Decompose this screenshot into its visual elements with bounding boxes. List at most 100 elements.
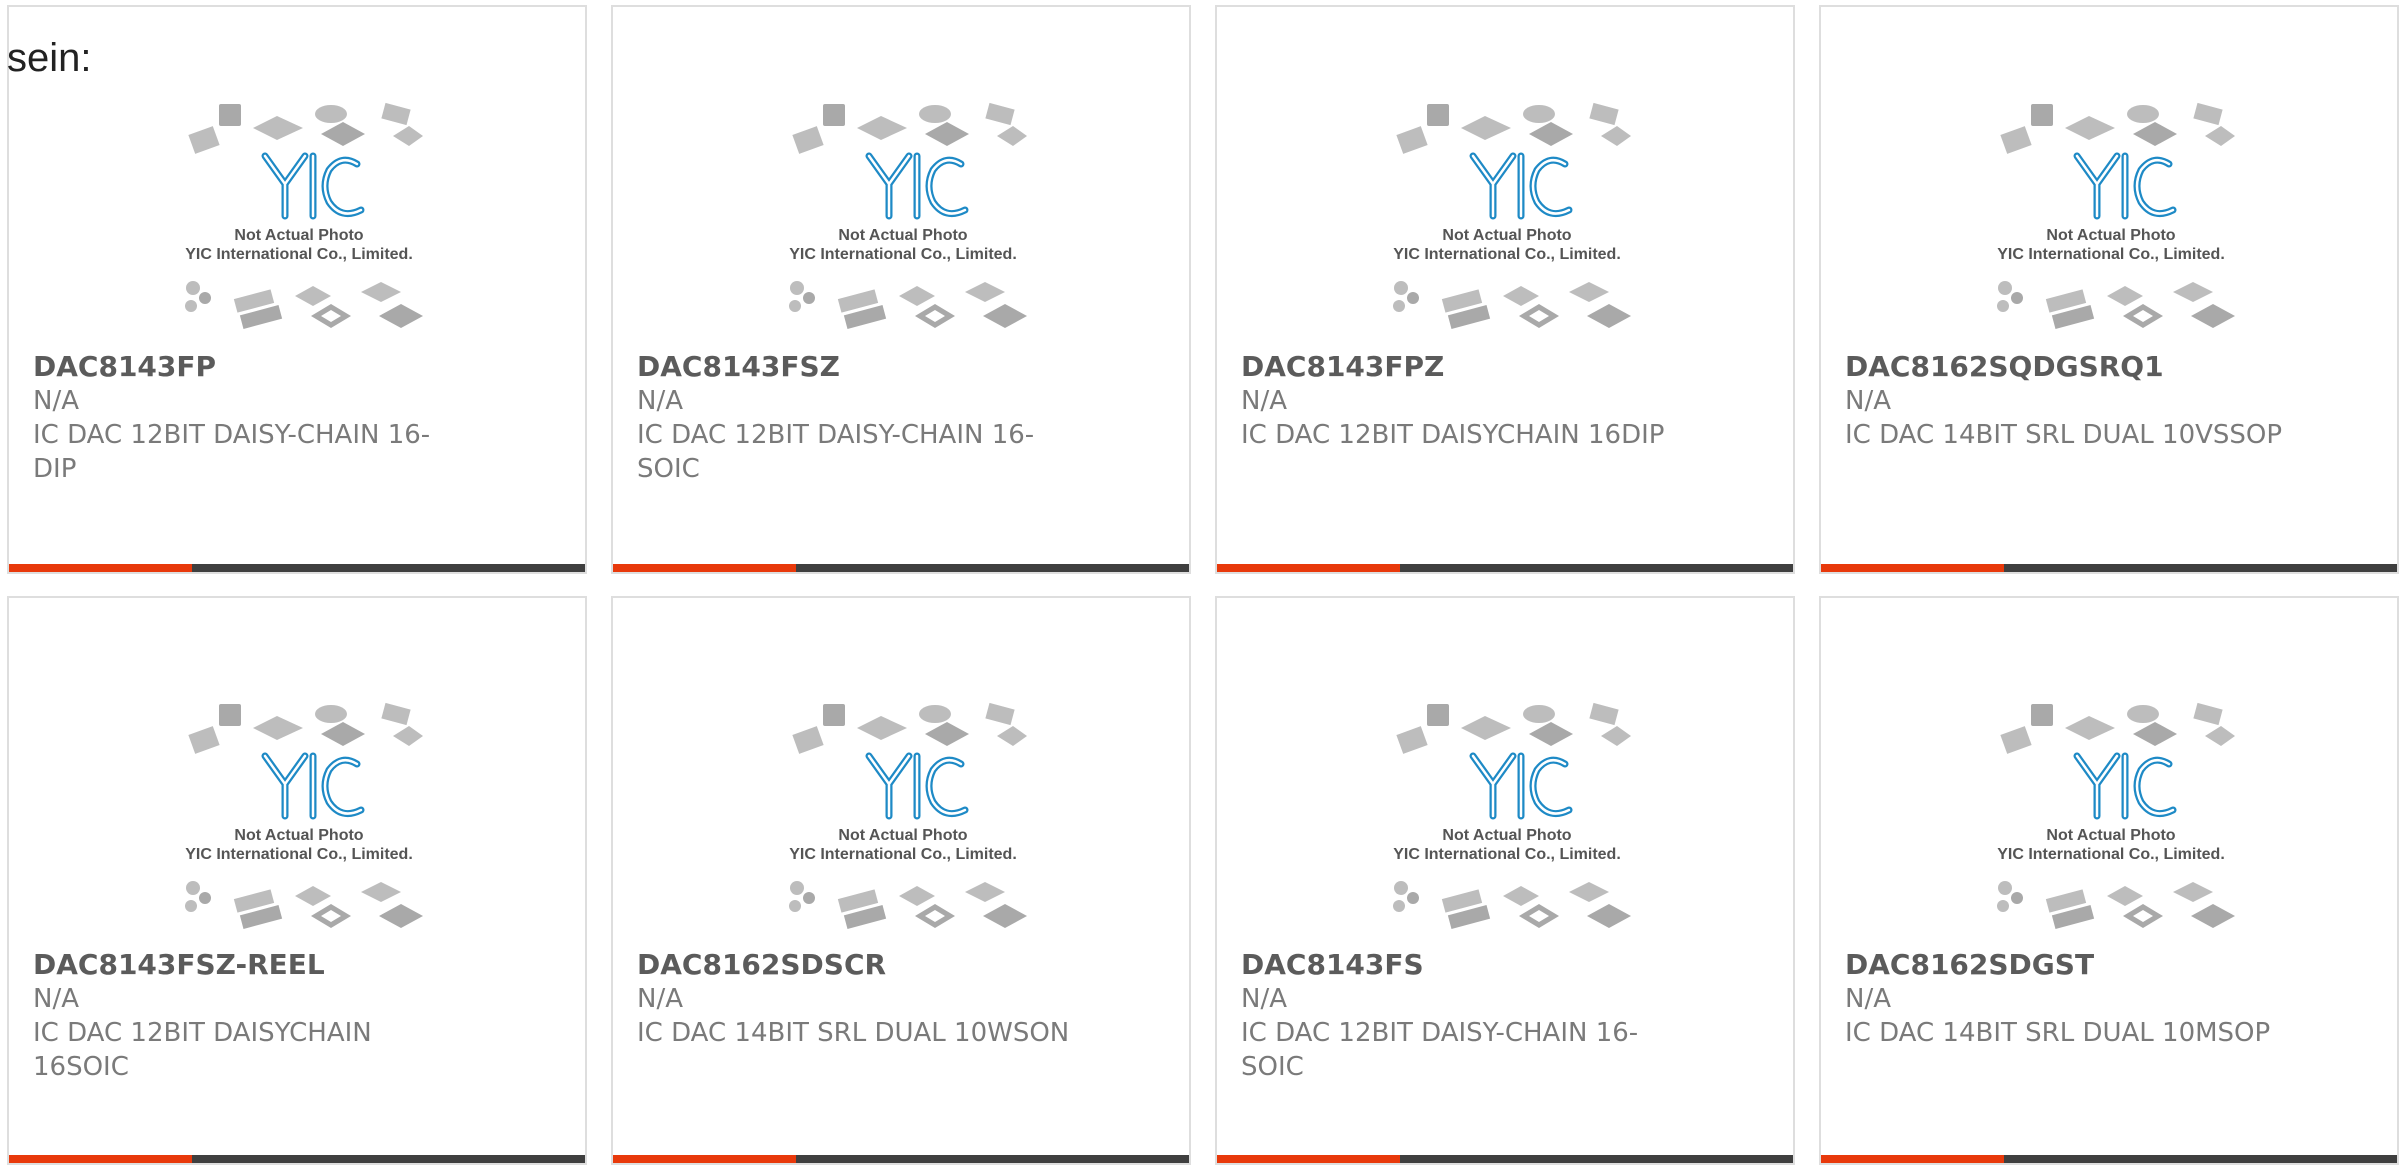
- manufacturer: N/A: [33, 386, 79, 416]
- placeholder-line2: YIC International Co., Limited.: [185, 246, 413, 263]
- yic-logo: [261, 752, 365, 820]
- yic-logo: [2073, 752, 2177, 820]
- placeholder-line2: YIC International Co., Limited.: [1997, 246, 2225, 263]
- product-card[interactable]: Not Actual Photo YIC International Co., …: [1819, 5, 2399, 574]
- yic-logo: [2073, 152, 2177, 220]
- chip-icons-top: [188, 102, 423, 154]
- product-description: IC DAC 14BIT SRL DUAL 10WSON: [637, 1018, 1070, 1048]
- product-card[interactable]: Not Actual Photo YIC International Co., …: [611, 5, 1191, 574]
- product-placeholder-image: Not Actual Photo YIC International Co., …: [1393, 102, 1631, 329]
- part-number[interactable]: DAC8143FSZ-REEL: [33, 948, 473, 982]
- card-footer-accent: [9, 564, 192, 572]
- card-footer-bar: [613, 1155, 1189, 1163]
- chip-icons-top: [1396, 102, 1631, 154]
- card-footer-bar: [9, 1155, 585, 1163]
- card-footer-accent: [613, 1155, 796, 1163]
- yic-logo: [1469, 152, 1573, 220]
- manufacturer: N/A: [1845, 386, 1891, 416]
- product-info: DAC8143FSZ N/A IC DAC 12BIT DAISY-CHAIN …: [637, 350, 1077, 486]
- chip-icons-top: [792, 702, 1027, 754]
- product-description: IC DAC 12BIT DAISY-CHAIN 16-DIP: [33, 420, 431, 484]
- card-footer-accent: [1821, 564, 2004, 572]
- part-number[interactable]: DAC8162SQDGSRQ1: [1845, 350, 2285, 384]
- manufacturer: N/A: [1241, 386, 1287, 416]
- placeholder-line2: YIC International Co., Limited.: [1393, 246, 1621, 263]
- product-info: DAC8143FP N/A IC DAC 12BIT DAISY-CHAIN 1…: [33, 350, 473, 486]
- part-number[interactable]: DAC8143FS: [1241, 948, 1681, 982]
- product-placeholder-image: Not Actual Photo YIC International Co., …: [1393, 702, 1631, 929]
- chip-icons-bottom: [789, 281, 1027, 329]
- yic-logo: [261, 152, 365, 220]
- product-card[interactable]: Not Actual Photo YIC International Co., …: [1215, 5, 1795, 574]
- card-footer-bar: [1821, 564, 2397, 572]
- product-info: DAC8143FSZ-REEL N/A IC DAC 12BIT DAISYCH…: [33, 948, 473, 1084]
- product-placeholder-image: Not Actual Photo YIC International Co., …: [789, 102, 1027, 329]
- product-description: IC DAC 12BIT DAISY-CHAIN 16-SOIC: [637, 420, 1035, 484]
- yic-logo: [865, 752, 969, 820]
- product-card[interactable]: Not Actual Photo YIC International Co., …: [1215, 596, 1795, 1165]
- product-description: IC DAC 12BIT DAISYCHAIN 16DIP: [1241, 420, 1665, 450]
- manufacturer: N/A: [637, 386, 683, 416]
- product-placeholder-image: Not Actual Photo YIC International Co., …: [185, 102, 423, 329]
- placeholder-line1: Not Actual Photo: [1442, 827, 1571, 844]
- card-footer-bar: [613, 564, 1189, 572]
- chip-icons-bottom: [1997, 881, 2235, 929]
- card-footer-accent: [1217, 1155, 1400, 1163]
- placeholder-line2: YIC International Co., Limited.: [789, 846, 1017, 863]
- part-number[interactable]: DAC8162SDSCR: [637, 948, 1077, 982]
- card-footer-accent: [613, 564, 796, 572]
- card-footer-accent: [1217, 564, 1400, 572]
- card-footer-bar: [9, 564, 585, 572]
- placeholder-line1: Not Actual Photo: [234, 827, 363, 844]
- manufacturer: N/A: [33, 984, 79, 1014]
- placeholder-line2: YIC International Co., Limited.: [1997, 846, 2225, 863]
- product-card[interactable]: Not Actual Photo YIC International Co., …: [1819, 596, 2399, 1165]
- chip-icons-bottom: [1393, 281, 1631, 329]
- chip-icons-bottom: [1393, 881, 1631, 929]
- yic-logo: [865, 152, 969, 220]
- product-placeholder-image: Not Actual Photo YIC International Co., …: [789, 702, 1027, 929]
- product-card[interactable]: Not Actual Photo YIC International Co., …: [7, 5, 587, 574]
- manufacturer: N/A: [637, 984, 683, 1014]
- placeholder-line2: YIC International Co., Limited.: [789, 246, 1017, 263]
- product-grid: Not Actual Photo YIC International Co., …: [7, 5, 2400, 1165]
- product-description: IC DAC 12BIT DAISYCHAIN 16SOIC: [33, 1018, 372, 1082]
- placeholder-line1: Not Actual Photo: [2046, 827, 2175, 844]
- yic-logo: [1469, 752, 1573, 820]
- placeholder-line2: YIC International Co., Limited.: [185, 846, 413, 863]
- placeholder-line2: YIC International Co., Limited.: [1393, 846, 1621, 863]
- placeholder-line1: Not Actual Photo: [1442, 227, 1571, 244]
- product-info: DAC8143FPZ N/A IC DAC 12BIT DAISYCHAIN 1…: [1241, 350, 1681, 452]
- part-number[interactable]: DAC8162SDGST: [1845, 948, 2285, 982]
- part-number[interactable]: DAC8143FPZ: [1241, 350, 1681, 384]
- product-placeholder-image: Not Actual Photo YIC International Co., …: [1997, 102, 2235, 329]
- product-description: IC DAC 14BIT SRL DUAL 10VSSOP: [1845, 420, 2283, 450]
- card-footer-accent: [1821, 1155, 2004, 1163]
- product-card[interactable]: Not Actual Photo YIC International Co., …: [7, 596, 587, 1165]
- product-info: DAC8162SDSCR N/A IC DAC 14BIT SRL DUAL 1…: [637, 948, 1077, 1050]
- product-description: IC DAC 12BIT DAISY-CHAIN 16-SOIC: [1241, 1018, 1639, 1082]
- card-footer-bar: [1217, 564, 1793, 572]
- part-number[interactable]: DAC8143FP: [33, 350, 473, 384]
- chip-icons-top: [1396, 702, 1631, 754]
- card-footer-accent: [9, 1155, 192, 1163]
- manufacturer: N/A: [1845, 984, 1891, 1014]
- chip-icons-bottom: [1997, 281, 2235, 329]
- product-info: DAC8143FS N/A IC DAC 12BIT DAISY-CHAIN 1…: [1241, 948, 1681, 1084]
- manufacturer: N/A: [1241, 984, 1287, 1014]
- part-number[interactable]: DAC8143FSZ: [637, 350, 1077, 384]
- card-footer-bar: [1217, 1155, 1793, 1163]
- chip-icons-bottom: [185, 881, 423, 929]
- product-info: DAC8162SDGST N/A IC DAC 14BIT SRL DUAL 1…: [1845, 948, 2285, 1050]
- placeholder-line1: Not Actual Photo: [2046, 227, 2175, 244]
- chip-icons-bottom: [789, 881, 1027, 929]
- chip-icons-top: [188, 702, 423, 754]
- chip-icons-bottom: [185, 281, 423, 329]
- product-info: DAC8162SQDGSRQ1 N/A IC DAC 14BIT SRL DUA…: [1845, 350, 2285, 452]
- placeholder-line1: Not Actual Photo: [838, 227, 967, 244]
- chip-icons-top: [2000, 702, 2235, 754]
- product-card[interactable]: Not Actual Photo YIC International Co., …: [611, 596, 1191, 1165]
- chip-icons-top: [792, 102, 1027, 154]
- placeholder-line1: Not Actual Photo: [234, 227, 363, 244]
- lead-text: sein:: [7, 36, 92, 80]
